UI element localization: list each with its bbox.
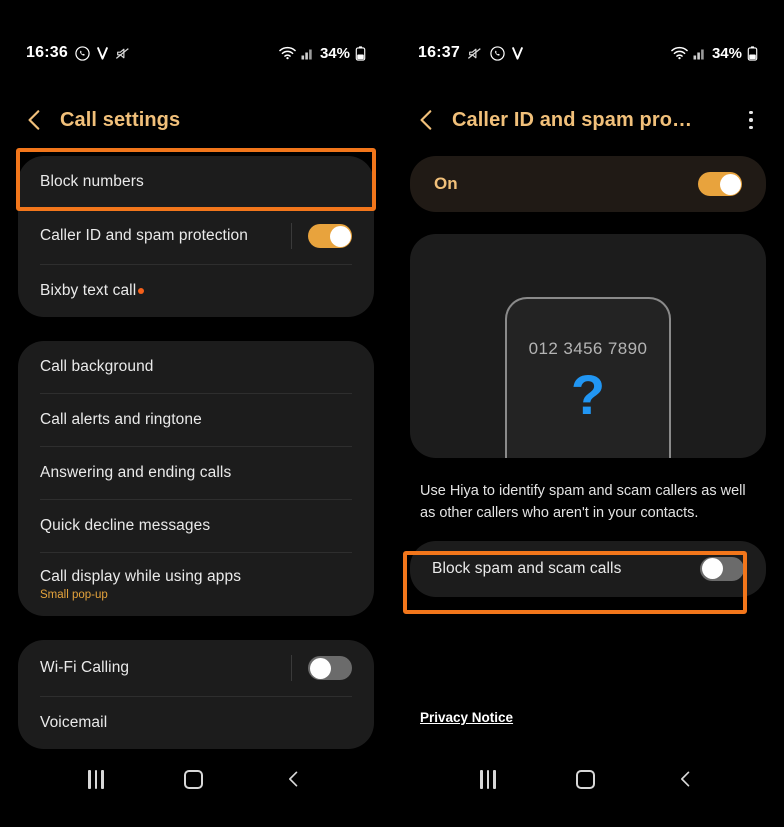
mute-icon [115,46,131,61]
block-spam-card: Block spam and scam calls [410,540,766,597]
sidebar-item-answering-ending-calls[interactable]: Answering and ending calls [18,447,374,499]
battery-percent: 34% [711,44,742,62]
right-title-bar: Caller ID and spam pro… [392,90,784,150]
recent-apps-icon[interactable] [480,769,496,789]
row-label: Block numbers [40,173,144,190]
signal-icon [693,47,707,60]
status-bar-left-group: 16:36 [26,44,131,62]
row-control [291,655,352,681]
illustration-card: 012 3456 7890 ? [410,234,766,458]
master-switch-toggle[interactable] [698,172,742,196]
sidebar-item-quick-decline-messages[interactable]: Quick decline messages [18,500,374,552]
vertical-divider [291,655,292,681]
sidebar-item-bixby-text-call[interactable]: Bixby text call [18,265,374,317]
right-phone-screen: 16:37 34% Caller ID and spam pro… On 012… [392,0,784,827]
description-text: Use Hiya to identify spam and scam calle… [420,483,746,522]
vertical-divider [291,223,292,249]
new-badge-dot [138,288,145,294]
sidebar-item-call-alerts-ringtone[interactable]: Call alerts and ringtone [18,394,374,446]
page-title: Call settings [60,108,181,131]
phone-outline-graphic: 012 3456 7890 ? [505,297,671,458]
row-label: Voicemail [40,714,108,731]
status-time: 16:37 [418,44,460,61]
block-spam-toggle[interactable] [700,556,744,581]
recent-apps-icon[interactable] [88,769,104,789]
toggle-knob [309,657,331,679]
settings-group-1: Block numbers Caller ID and spam protect… [18,156,374,317]
back-icon[interactable] [676,769,696,789]
whatsapp-icon [75,45,90,61]
back-chevron-icon[interactable] [22,107,48,133]
whatsapp-icon [490,45,505,61]
sidebar-item-call-display-while-using-apps[interactable]: Call display while using apps Small pop-… [18,553,374,616]
left-title-bar: Call settings [0,90,392,150]
status-bar-right-group: 34% [671,45,758,62]
toggle-knob [719,173,741,195]
row-control [700,556,744,581]
vodafone-v-icon [512,46,523,61]
sidebar-item-voicemail[interactable]: Voicemail [18,697,374,749]
wifi-calling-toggle[interactable] [308,656,352,680]
block-spam-and-scam-calls-row[interactable]: Block spam and scam calls [410,541,766,597]
privacy-notice-link[interactable]: Privacy Notice [420,710,513,725]
row-label: Bixby text call [40,282,137,299]
row-control [291,223,352,249]
dual-screenshot-container: 16:36 34% Call settings Block numbers Ca… [0,0,784,827]
left-status-bar: 16:36 34% [0,30,392,76]
toggle-knob [701,558,723,580]
home-icon[interactable] [576,769,596,789]
master-switch-control [698,172,742,196]
back-icon[interactable] [284,769,304,789]
row-label: Caller ID and spam protection [40,227,248,244]
row-label: Call background [40,358,154,375]
sidebar-item-wifi-calling[interactable]: Wi-Fi Calling [18,640,374,696]
row-label: Block spam and scam calls [432,559,622,577]
vodafone-v-icon [97,46,108,61]
caller-id-toggle[interactable] [308,224,352,248]
master-switch-card[interactable]: On [410,156,766,212]
status-bar-right-group: 34% [279,45,366,62]
left-phone-screen: 16:36 34% Call settings Block numbers Ca… [0,0,392,827]
signal-icon [301,47,315,60]
back-chevron-icon[interactable] [414,107,440,133]
battery-icon [355,45,366,61]
illustration-phone-number: 012 3456 7890 [528,339,648,358]
mute-icon [467,46,483,61]
page-title: Caller ID and spam pro… [452,108,693,131]
status-bar-left-group: 16:37 [418,44,523,62]
row-label: Call alerts and ringtone [40,411,202,428]
question-mark-icon: ? [570,363,606,426]
row-label: Call display while using apps [40,568,242,585]
home-icon[interactable] [184,769,204,789]
sidebar-item-caller-id-spam-protection[interactable]: Caller ID and spam protection [18,208,374,264]
sidebar-item-call-background[interactable]: Call background [18,341,374,393]
settings-group-3: Wi-Fi Calling Voicemail [18,640,374,749]
status-time: 16:36 [26,44,68,61]
row-label: Quick decline messages [40,517,211,534]
more-options-icon[interactable] [740,107,762,133]
left-nav-bar [0,769,392,789]
sidebar-item-block-numbers[interactable]: Block numbers [18,156,374,208]
settings-group-2: Call background Call alerts and ringtone… [18,341,374,616]
battery-icon [747,45,758,61]
row-sublabel: Small pop-up [40,589,108,601]
row-label: Answering and ending calls [40,464,232,481]
row-label: Wi-Fi Calling [40,659,130,676]
wifi-icon [279,46,296,60]
toggle-knob [329,225,351,247]
battery-percent: 34% [319,44,350,62]
right-status-bar: 16:37 34% [392,30,784,76]
master-switch-label: On [434,174,458,193]
right-nav-bar [392,769,784,789]
row-text-column: Call display while using apps Small pop-… [40,568,241,601]
wifi-icon [671,46,688,60]
